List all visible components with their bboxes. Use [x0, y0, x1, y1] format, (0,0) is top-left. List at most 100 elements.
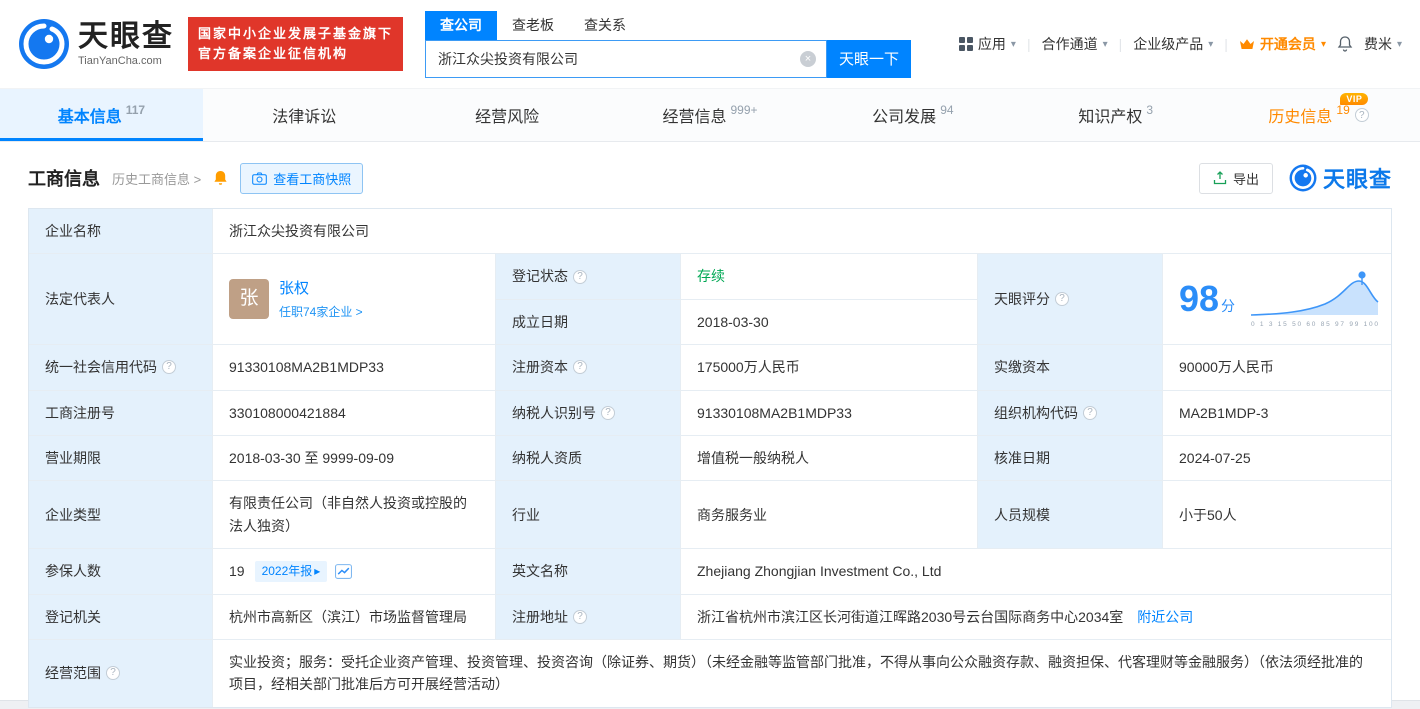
tab-label: 经营风险: [475, 109, 540, 126]
taxpayer-id-label: 纳税人识别号 ?: [495, 390, 680, 435]
nav-apps[interactable]: 应用 ▾: [958, 34, 1016, 54]
tab-company-development[interactable]: 公司发展 94: [811, 89, 1014, 141]
badge-line-2: 官方备案企业征信机构: [198, 46, 349, 61]
view-business-snapshot-button[interactable]: 查看工商快照: [240, 162, 364, 194]
apps-grid-icon: [958, 37, 973, 51]
org-code-label-text: 组织机构代码: [994, 404, 1078, 421]
legal-rep-name-link[interactable]: 张权: [279, 277, 363, 301]
page: 天眼查 TianYanCha.com 国家中小企业发展子基金旗下 官方备案企业征…: [0, 0, 1420, 708]
nav-enterprise-products-label: 企业级产品: [1133, 36, 1204, 52]
establish-date-value: 2018-03-30: [680, 299, 977, 345]
paid-capital-label: 实缴资本: [977, 345, 1162, 390]
reg-status-value: 存续: [680, 254, 977, 299]
org-code-label: 组织机构代码 ?: [977, 390, 1162, 435]
score-axis-ticks: 0 1 3 15 50 60 85 97 99 100: [1251, 321, 1378, 328]
nav-enterprise-products[interactable]: 企业级产品 ▾: [1133, 34, 1213, 54]
tab-count: 3: [1146, 103, 1154, 117]
score-marker-pin: [1358, 271, 1366, 279]
tab-operating-risk[interactable]: 经营风险: [406, 89, 609, 141]
insured-trend-button[interactable]: [335, 563, 353, 579]
help-icon[interactable]: ?: [1055, 292, 1069, 307]
search-button[interactable]: 天眼一下: [827, 39, 912, 78]
nav-apps-label: 应用: [977, 36, 1006, 52]
tab-legal-litigation[interactable]: 法律诉讼: [203, 89, 406, 141]
tab-count: 999+: [730, 103, 758, 117]
help-icon[interactable]: ?: [573, 609, 587, 624]
alert-bell-icon[interactable]: [213, 170, 228, 187]
registration-authority-value: 杭州市高新区（滨江）市场监督管理局: [212, 594, 495, 639]
legal-rep-avatar[interactable]: 张: [229, 279, 269, 320]
insured-count-label: 参保人数: [29, 549, 212, 594]
legal-rep-jobs-link[interactable]: 任职74家企业 >: [279, 303, 363, 322]
help-icon[interactable]: ?: [1083, 405, 1097, 420]
company-name-label: 企业名称: [29, 209, 212, 254]
tab-history-info[interactable]: 历史信息 VIP 19 ?: [1217, 89, 1420, 141]
help-icon[interactable]: ?: [106, 666, 120, 681]
nav-open-vip-label: 开通会员: [1259, 36, 1316, 52]
nav-open-vip[interactable]: 开通会员 ▾: [1239, 34, 1326, 54]
tab-label: 知识产权: [1078, 109, 1143, 126]
tab-label: 基本信息: [57, 109, 122, 126]
clear-search-icon[interactable]: ×: [800, 50, 817, 67]
table-subrow: 登记状态 ? 存续: [495, 254, 977, 299]
help-icon[interactable]: ?: [601, 405, 615, 420]
search-tab-company[interactable]: 查公司: [425, 10, 498, 40]
legal-rep-value: 张 张权 任职74家企业 >: [212, 254, 495, 345]
credit-code-label-text: 统一社会信用代码: [45, 359, 157, 376]
registered-address-text: 浙江省杭州市滨江区长河街道江晖路2030号云台国际商务中心2034室: [697, 608, 1124, 625]
tab-count-wrap: VIP 19: [1332, 93, 1369, 122]
history-business-info-link[interactable]: 历史工商信息 >: [112, 169, 201, 188]
annual-report-tag[interactable]: 2022年报 ▸: [254, 560, 328, 582]
tab-label: 法律诉讼: [272, 109, 337, 126]
industry-value: 商务服务业: [680, 481, 977, 549]
score-label-text: 天眼评分: [994, 291, 1050, 308]
reg-capital-label-text: 注册资本: [512, 359, 568, 376]
chevron-down-icon: ▾: [1320, 38, 1326, 50]
trend-chart-icon: [335, 563, 353, 579]
camera-icon: [252, 172, 268, 185]
tab-intellectual-property[interactable]: 知识产权 3: [1014, 89, 1217, 141]
tab-label: 历史信息: [1268, 109, 1333, 126]
nearby-companies-link[interactable]: 附近公司: [1137, 606, 1193, 628]
watermark-text: 天眼查: [1322, 167, 1392, 192]
nav-notifications[interactable]: [1337, 35, 1353, 53]
registered-address-label-text: 注册地址: [512, 608, 568, 625]
search-tab-boss[interactable]: 查老板: [497, 11, 569, 40]
score-curve-chart[interactable]: 0 1 3 15 50 60 85 97 99 100: [1249, 269, 1381, 329]
chevron-down-icon: ▾: [1396, 38, 1402, 50]
staff-size-value: 小于50人: [1162, 481, 1391, 549]
reg-status-label: 登记状态 ?: [495, 254, 680, 299]
search-tab-relation[interactable]: 查关系: [569, 11, 641, 40]
tianyancha-logo[interactable]: 天眼查 TianYanCha.com: [18, 18, 174, 70]
table-row: 企业名称 浙江众尖投资有限公司: [29, 209, 1391, 254]
nav-divider: |: [1026, 36, 1031, 52]
table-row: 经营范围 ? 实业投资；服务：受托企业资产管理、投资管理、投资咨询（除证券、期货…: [29, 638, 1391, 707]
credit-code-value: 91330108MA2B1MDP33: [212, 345, 495, 390]
badge-line-1: 国家中小企业发展子基金旗下: [198, 25, 394, 41]
gov-certification-badge: 国家中小企业发展子基金旗下 官方备案企业征信机构: [188, 16, 404, 72]
search-input[interactable]: [426, 50, 801, 67]
nav-divider: |: [1224, 36, 1228, 52]
logo-text: 天眼查 TianYanCha.com: [78, 21, 174, 67]
tab-operating-info[interactable]: 经营信息 999+: [609, 89, 812, 141]
help-icon[interactable]: ?: [573, 360, 587, 375]
org-code-value: MA2B1MDP-3: [1162, 390, 1391, 435]
table-row: 工商注册号 330108000421884 纳税人识别号 ? 91330108M…: [29, 389, 1391, 435]
help-icon[interactable]: ?: [162, 360, 176, 375]
approve-date-value: 2024-07-25: [1162, 435, 1391, 481]
help-icon[interactable]: ?: [1354, 108, 1369, 122]
table-subrow: 成立日期 2018-03-30: [495, 298, 977, 345]
tab-basic-info[interactable]: 基本信息 117: [0, 89, 203, 141]
business-info-section-head: 工商信息 历史工商信息 > 查看工商快照 导出 天眼查: [28, 162, 1392, 194]
company-type-value: 有限责任公司（非自然人投资或控股的法人独资）: [212, 481, 495, 549]
help-icon[interactable]: ?: [573, 269, 587, 284]
nav-user-menu[interactable]: 费米 ▾: [1364, 34, 1402, 54]
tab-count: 117: [125, 103, 146, 117]
annual-report-tag-label: 2022年报: [261, 563, 313, 578]
nav-cooperation-label: 合作通道: [1041, 36, 1098, 52]
nav-cooperation[interactable]: 合作通道 ▾: [1042, 34, 1108, 54]
table-row: 统一社会信用代码 ? 91330108MA2B1MDP33 注册资本 ? 175…: [29, 344, 1391, 390]
table-row: 营业期限 2018-03-30 至 9999-09-09 纳税人资质 增值税一般…: [29, 434, 1391, 481]
taxpayer-quality-value: 增值税一般纳税人: [680, 435, 977, 481]
export-button[interactable]: 导出: [1198, 162, 1273, 194]
